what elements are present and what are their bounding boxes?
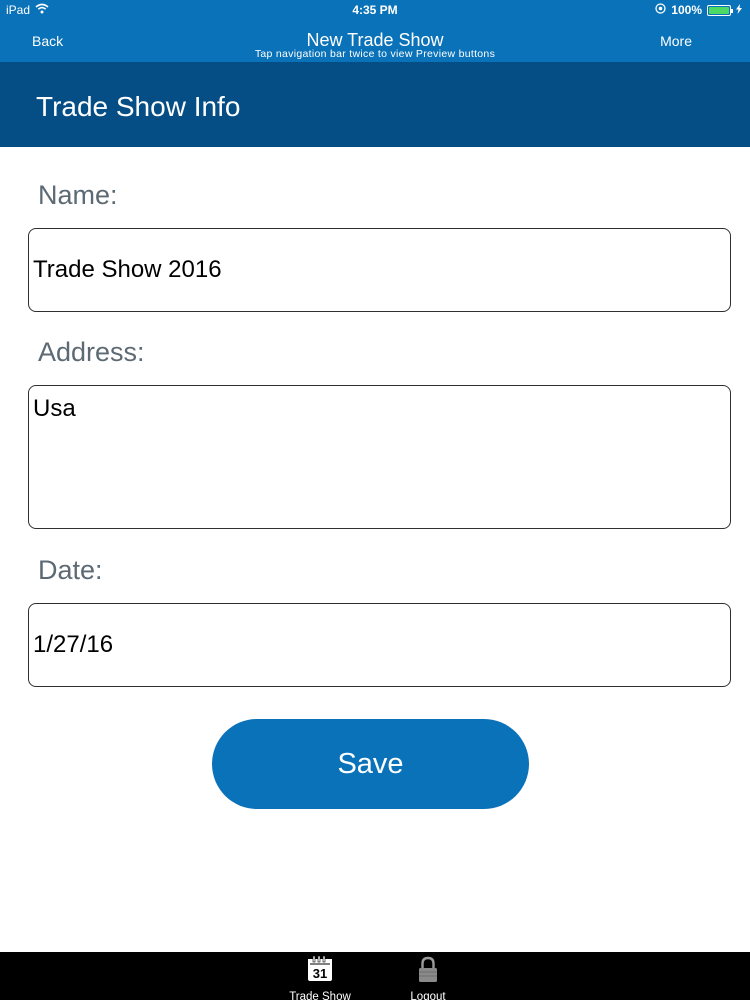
date-value: 1/27/16 (33, 631, 114, 658)
name-field[interactable]: Trade Show 2016 (28, 228, 731, 312)
section-header: Trade Show Info (0, 62, 750, 147)
status-right: 100% (655, 3, 742, 17)
battery-icon (707, 4, 733, 16)
battery-tip (731, 8, 733, 13)
address-value: Usa (33, 395, 76, 422)
lock-icon (414, 955, 442, 988)
save-button[interactable]: Save (212, 719, 529, 809)
save-button-label: Save (337, 747, 404, 780)
date-label: Date: (38, 555, 103, 585)
orientation-lock-icon (655, 3, 666, 17)
calendar-icon-text: 31 (313, 966, 327, 981)
name-label: Name: (38, 180, 118, 210)
battery-percent: 100% (671, 3, 702, 17)
navigation-bar[interactable]: iPad 4:35 PM 100% Back New Trade Show Ta… (0, 0, 750, 62)
tab-trade-show[interactable]: 31 Trade Show (275, 955, 365, 1000)
more-button[interactable]: More (660, 33, 692, 49)
tab-logout[interactable]: Logout (383, 955, 473, 1000)
address-field[interactable]: Usa (28, 385, 731, 529)
section-title: Trade Show Info (36, 91, 241, 122)
tab-trade-show-label: Trade Show (289, 991, 351, 1000)
charging-icon (736, 3, 742, 17)
battery-level (709, 6, 729, 14)
name-value: Trade Show 2016 (33, 256, 222, 283)
tab-logout-label: Logout (410, 991, 446, 1000)
address-label: Address: (38, 337, 145, 367)
calendar-icon: 31 (306, 955, 334, 988)
tab-bar: 31 Trade Show Logout (0, 952, 750, 1000)
page-subtitle: Tap navigation bar twice to view Preview… (254, 48, 496, 60)
status-time: 4:35 PM (352, 3, 398, 17)
date-field[interactable]: 1/27/16 (28, 603, 731, 687)
status-bar: iPad 4:35 PM 100% (0, 0, 750, 20)
